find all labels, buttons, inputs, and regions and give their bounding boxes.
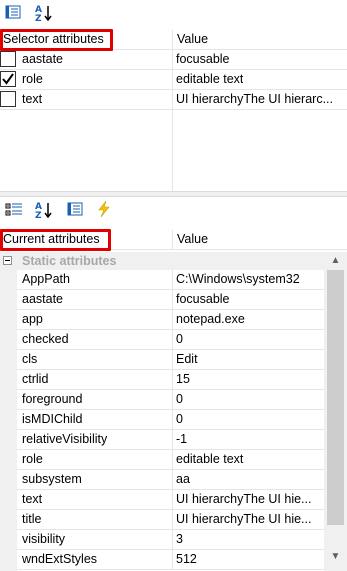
attribute-row[interactable]: app notepad.exe bbox=[17, 310, 324, 330]
selector-row-role[interactable]: role editable text bbox=[0, 70, 347, 90]
scroll-up-icon[interactable]: ▲ bbox=[324, 252, 347, 269]
attribute-value[interactable]: -1 bbox=[176, 430, 322, 449]
selector-attributes-highlight bbox=[0, 29, 113, 51]
attribute-name: text bbox=[22, 92, 43, 106]
attribute-value: focusable bbox=[176, 52, 230, 66]
current-toolbar: A Z bbox=[0, 197, 347, 225]
attribute-row[interactable]: aastate focusable bbox=[17, 290, 324, 310]
attribute-row[interactable]: AppPath C:\Windows\system32 bbox=[17, 270, 324, 290]
attribute-value[interactable]: editable text bbox=[176, 450, 322, 469]
selector-toolbar: A Z bbox=[0, 0, 347, 28]
attribute-row[interactable]: title UI hierarchyThe UI hie... bbox=[17, 510, 324, 530]
current-value-header: Value bbox=[177, 232, 209, 246]
attribute-name: visibility bbox=[22, 532, 66, 546]
attribute-name: role bbox=[22, 72, 43, 86]
svg-text:Z: Z bbox=[35, 14, 42, 23]
attribute-row[interactable]: foreground 0 bbox=[17, 390, 324, 410]
attribute-value[interactable]: notepad.exe bbox=[176, 310, 322, 329]
attribute-value[interactable]: 0 bbox=[176, 330, 322, 349]
svg-text:Z: Z bbox=[35, 211, 42, 220]
attribute-name: role bbox=[22, 452, 43, 466]
attribute-value[interactable]: aa bbox=[176, 470, 322, 489]
attribute-value[interactable]: 512 bbox=[176, 550, 322, 569]
events-lightning-icon[interactable] bbox=[95, 200, 115, 220]
attribute-row[interactable]: wndExtStyles 512 bbox=[17, 550, 324, 570]
static-attributes-group[interactable]: Static attributes bbox=[0, 252, 324, 270]
collapse-icon[interactable] bbox=[3, 256, 12, 265]
attribute-value[interactable]: 15 bbox=[176, 370, 322, 389]
property-pages-icon[interactable] bbox=[66, 200, 86, 220]
attribute-value[interactable]: 3 bbox=[176, 530, 322, 549]
attribute-row[interactable]: visibility 3 bbox=[17, 530, 324, 550]
attribute-name: text bbox=[22, 492, 43, 506]
attribute-name: aastate bbox=[22, 292, 64, 306]
scrollbar-thumb[interactable] bbox=[327, 270, 344, 525]
categorized-view-icon[interactable] bbox=[4, 3, 24, 23]
sort-alphabetical-icon[interactable]: A Z bbox=[34, 200, 54, 220]
attribute-name: wndExtStyles bbox=[22, 552, 98, 566]
attribute-name: relativeVisibility bbox=[22, 432, 108, 446]
attribute-name: AppPath bbox=[22, 272, 70, 286]
attribute-row[interactable]: text UI hierarchyThe UI hie... bbox=[17, 490, 324, 510]
attribute-row[interactable]: relativeVisibility -1 bbox=[17, 430, 324, 450]
current-attributes-pane: A Z Current attributes Value Static attr… bbox=[0, 197, 347, 571]
attribute-value[interactable]: 0 bbox=[176, 410, 322, 429]
attribute-row[interactable]: checked 0 bbox=[17, 330, 324, 350]
categorized-icon[interactable] bbox=[4, 200, 24, 220]
attribute-name: isMDIChild bbox=[22, 412, 83, 426]
attribute-name: aastate bbox=[22, 52, 64, 66]
selector-row-text[interactable]: text UI hierarchyThe UI hierarc... bbox=[0, 90, 347, 110]
attribute-name: ctrlid bbox=[22, 372, 49, 386]
attribute-row[interactable]: ctrlid 15 bbox=[17, 370, 324, 390]
attribute-name: subsystem bbox=[22, 472, 82, 486]
selector-value-header: Value bbox=[177, 32, 209, 46]
attribute-name: title bbox=[22, 512, 42, 526]
attribute-value: UI hierarchyThe UI hierarc... bbox=[176, 92, 333, 106]
attribute-name: checked bbox=[22, 332, 69, 346]
row-gutter bbox=[0, 270, 17, 571]
attribute-row[interactable]: role editable text bbox=[17, 450, 324, 470]
group-label: Static attributes bbox=[22, 254, 117, 268]
scroll-down-icon[interactable]: ▼ bbox=[324, 548, 347, 565]
attribute-row[interactable]: subsystem aa bbox=[17, 470, 324, 490]
sort-alphabetical-icon[interactable]: A Z bbox=[34, 3, 54, 23]
attribute-row[interactable]: isMDIChild 0 bbox=[17, 410, 324, 430]
attribute-value[interactable]: UI hierarchyThe UI hie... bbox=[176, 490, 322, 509]
attribute-name: foreground bbox=[22, 392, 83, 406]
role-checkbox[interactable] bbox=[0, 71, 16, 87]
selector-attributes-pane: A Z Selector attributes Value aastate fo… bbox=[0, 0, 347, 191]
attribute-name: cls bbox=[22, 352, 38, 366]
attribute-value[interactable]: focusable bbox=[176, 290, 322, 309]
current-attributes-highlight bbox=[0, 229, 111, 251]
text-checkbox[interactable] bbox=[0, 91, 16, 107]
vertical-scrollbar[interactable]: ▲ ▼ bbox=[324, 252, 347, 571]
attribute-value[interactable]: 0 bbox=[176, 390, 322, 409]
attribute-name: app bbox=[22, 312, 43, 326]
attribute-row[interactable]: cls Edit bbox=[17, 350, 324, 370]
selector-row-aastate[interactable]: aastate focusable bbox=[0, 50, 347, 70]
attribute-value[interactable]: C:\Windows\system32 bbox=[176, 270, 322, 289]
attribute-value: editable text bbox=[176, 72, 244, 86]
attribute-value[interactable]: Edit bbox=[176, 350, 322, 369]
checkmark-icon bbox=[2, 73, 14, 85]
attribute-value[interactable]: UI hierarchyThe UI hie... bbox=[176, 510, 322, 529]
aastate-checkbox[interactable] bbox=[0, 51, 16, 67]
